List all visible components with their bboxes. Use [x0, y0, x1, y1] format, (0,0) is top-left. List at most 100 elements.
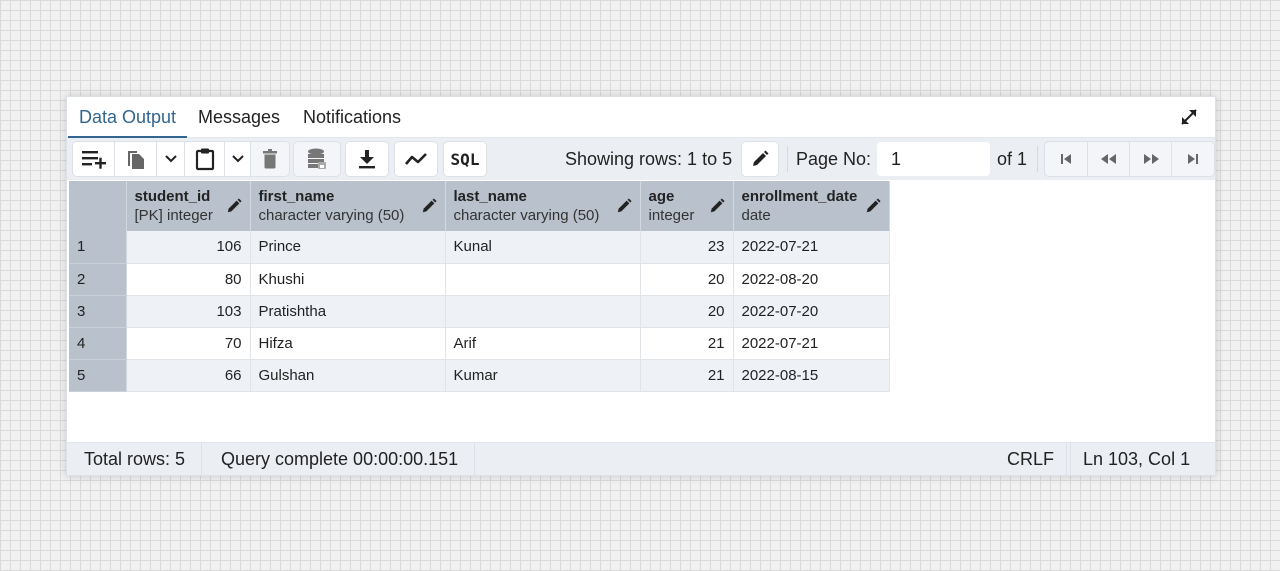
row-number-header — [69, 181, 127, 231]
paste-button[interactable] — [185, 142, 225, 176]
cell-age[interactable]: 21 — [640, 327, 734, 360]
save-data-button-group — [293, 141, 341, 177]
paste-options-dropdown[interactable] — [225, 142, 251, 176]
next-page-button[interactable] — [1130, 142, 1172, 176]
status-bar: Total rows: 5 Query complete 00:00:00.15… — [67, 442, 1215, 476]
pencil-icon[interactable] — [709, 198, 725, 214]
first-page-icon — [1061, 154, 1071, 164]
column-name: last_name — [453, 188, 527, 205]
copy-icon — [127, 151, 144, 169]
cell-first-name[interactable]: Gulshan — [250, 359, 446, 392]
showing-rows-label: Showing rows: 1 to 5 — [565, 149, 733, 169]
first-page-button[interactable] — [1045, 142, 1088, 176]
table-row[interactable]: 1 106 Prince Kunal 23 2022-07-21 — [69, 231, 890, 264]
pagination-button-group — [1044, 141, 1215, 177]
cell-age[interactable]: 20 — [640, 295, 734, 328]
delete-button[interactable] — [251, 142, 289, 176]
cell-last-name[interactable]: Arif — [445, 327, 641, 360]
cell-student-id[interactable]: 80 — [126, 263, 251, 296]
cell-student-id[interactable]: 103 — [126, 295, 251, 328]
cell-first-name[interactable]: Pratishtha — [250, 295, 446, 328]
tab-notifications[interactable]: Notifications — [292, 97, 412, 138]
cell-enrollment-date[interactable]: 2022-08-15 — [733, 359, 890, 392]
delete-icon — [263, 149, 277, 169]
cell-student-id[interactable]: 66 — [126, 359, 251, 392]
graph-visualiser-button[interactable] — [395, 142, 437, 176]
row-number[interactable]: 4 — [69, 327, 127, 360]
tab-messages[interactable]: Messages — [187, 97, 291, 138]
last-page-button[interactable] — [1172, 142, 1214, 176]
cell-first-name[interactable]: Khushi — [250, 263, 446, 296]
copy-options-dropdown[interactable] — [157, 142, 185, 176]
chevron-down-icon — [231, 155, 244, 163]
cell-last-name[interactable] — [445, 263, 641, 296]
toolbar-separator — [787, 146, 788, 172]
column-header-enrollment-date[interactable]: enrollment_date date — [733, 181, 890, 231]
cell-enrollment-date[interactable]: 2022-08-20 — [733, 263, 890, 296]
download-icon — [359, 150, 375, 169]
cell-age[interactable]: 23 — [640, 231, 734, 264]
cell-age[interactable]: 20 — [640, 263, 734, 296]
table-row[interactable]: 2 80 Khushi 20 2022-08-20 — [69, 263, 890, 296]
add-row-button[interactable] — [73, 142, 115, 176]
download-button[interactable] — [346, 142, 388, 176]
cell-enrollment-date[interactable]: 2022-07-21 — [733, 231, 890, 264]
table-row[interactable]: 5 66 Gulshan Kumar 21 2022-08-15 — [69, 359, 890, 392]
expand-icon[interactable] — [1177, 105, 1201, 129]
table-row[interactable]: 3 103 Pratishtha 20 2022-07-20 — [69, 295, 890, 328]
last-page-icon — [1188, 154, 1198, 164]
line-ending-status: CRLF — [991, 443, 1072, 476]
page-count-label: of 1 — [997, 149, 1028, 169]
graph-icon — [405, 153, 427, 165]
column-header-last-name[interactable]: last_name character varying (50) — [445, 181, 641, 231]
table-row[interactable]: 4 70 Hifza Arif 21 2022-07-21 — [69, 327, 890, 360]
chevron-down-icon — [164, 155, 177, 163]
sql-button-group: SQL — [443, 141, 487, 177]
cell-enrollment-date[interactable]: 2022-07-21 — [733, 327, 890, 360]
edit-rows-button[interactable] — [742, 142, 778, 176]
total-rows-status: Total rows: 5 — [68, 443, 203, 476]
pencil-icon[interactable] — [226, 198, 242, 214]
column-header-student-id[interactable]: student_id [PK] integer — [126, 181, 251, 231]
row-number[interactable]: 5 — [69, 359, 127, 392]
cell-enrollment-date[interactable]: 2022-07-20 — [733, 295, 890, 328]
toolbar: SQL Showing rows: 1 to 5 Page No: of 1 — [67, 138, 1215, 180]
query-status: Query complete 00:00:00.151 — [205, 443, 476, 476]
save-data-icon — [308, 148, 326, 169]
cell-student-id[interactable]: 106 — [126, 231, 251, 264]
page-number-input[interactable] — [877, 142, 990, 176]
column-header-age[interactable]: age integer — [640, 181, 734, 231]
toolbar-separator — [1037, 146, 1038, 172]
column-type: date — [741, 207, 771, 224]
cursor-position-status: Ln 103, Col 1 — [1066, 443, 1206, 476]
cell-student-id[interactable]: 70 — [126, 327, 251, 360]
cell-first-name[interactable]: Prince — [250, 231, 446, 264]
row-number[interactable]: 1 — [69, 231, 127, 264]
column-name: first_name — [258, 188, 335, 205]
cell-age[interactable]: 21 — [640, 359, 734, 392]
column-header-first-name[interactable]: first_name character varying (50) — [250, 181, 446, 231]
copy-button[interactable] — [115, 142, 157, 176]
cell-last-name[interactable]: Kunal — [445, 231, 641, 264]
column-name: enrollment_date — [741, 188, 858, 205]
paste-icon — [195, 148, 214, 171]
add-row-icon — [81, 151, 106, 169]
pencil-icon[interactable] — [865, 198, 881, 214]
save-data-button[interactable] — [294, 142, 340, 176]
cell-last-name[interactable] — [445, 295, 641, 328]
edit-rows-button-group — [741, 141, 779, 177]
fast-forward-icon — [1143, 154, 1159, 164]
column-type: character varying (50) — [453, 207, 600, 224]
page-no-label: Page No: — [796, 149, 872, 169]
row-number[interactable]: 3 — [69, 295, 127, 328]
pencil-icon — [753, 150, 769, 166]
pencil-icon[interactable] — [616, 198, 632, 214]
cell-last-name[interactable]: Kumar — [445, 359, 641, 392]
cell-first-name[interactable]: Hifza — [250, 327, 446, 360]
previous-page-button[interactable] — [1088, 142, 1130, 176]
graph-button-group — [394, 141, 438, 177]
pencil-icon[interactable] — [421, 198, 437, 214]
tab-data-output[interactable]: Data Output — [68, 97, 188, 138]
sql-button[interactable]: SQL — [444, 142, 486, 176]
row-number[interactable]: 2 — [69, 263, 127, 296]
